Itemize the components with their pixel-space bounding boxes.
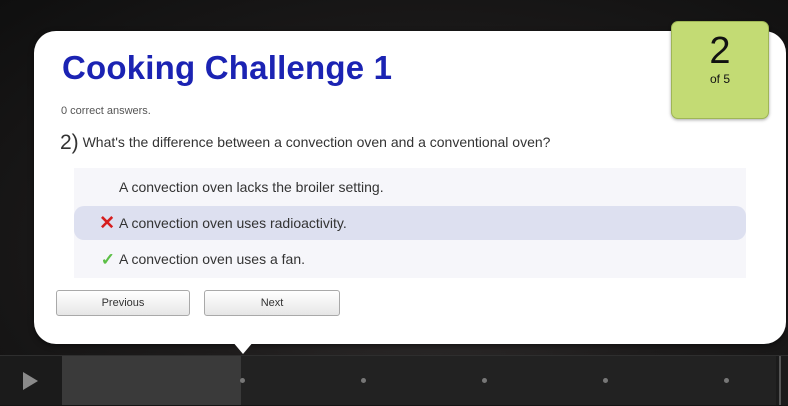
play-button[interactable]: [0, 356, 60, 406]
answer-list: A convection oven lacks the broiler sett…: [74, 168, 746, 278]
quiz-title: Cooking Challenge 1: [62, 49, 393, 86]
x-icon: ✕: [99, 212, 115, 234]
question: 2) What's the difference between a conve…: [60, 131, 550, 155]
answer-option[interactable]: A convection oven lacks the broiler sett…: [74, 170, 746, 204]
timeline-question-marker[interactable]: [361, 378, 366, 383]
play-icon: [22, 372, 38, 390]
next-button[interactable]: Next: [204, 290, 340, 316]
answer-label: A convection oven lacks the broiler sett…: [119, 179, 384, 195]
counter-total: of 5: [709, 72, 730, 86]
answer-label: A convection oven uses a fan.: [119, 251, 306, 267]
previous-button[interactable]: Previous: [56, 290, 190, 316]
answer-option-selected[interactable]: ✕ A convection oven uses radioactivity.: [74, 206, 746, 240]
question-text: What's the difference between a convecti…: [82, 134, 551, 150]
timeline-end: [779, 356, 781, 405]
answer-option[interactable]: ✓ A convection oven uses a fan.: [74, 242, 746, 276]
timeline-question-marker[interactable]: [603, 378, 608, 383]
player-bar: [0, 355, 788, 405]
counter-current: 2: [709, 30, 731, 72]
answer-label: A convection oven uses radioactivity.: [119, 215, 347, 231]
question-counter-badge: 2 of 5: [671, 21, 769, 119]
timeline-progress: [62, 356, 241, 405]
timeline-track[interactable]: [62, 356, 776, 405]
score-text: 0 correct answers.: [61, 105, 151, 117]
quiz-card: Cooking Challenge 1 0 correct answers. 2…: [34, 21, 786, 344]
timeline-question-marker[interactable]: [724, 378, 729, 383]
timeline-question-marker[interactable]: [482, 378, 487, 383]
card-pointer: [232, 341, 254, 354]
timeline-question-marker[interactable]: [240, 378, 245, 383]
checkmark-icon: ✓: [100, 249, 115, 269]
question-number: 2): [60, 131, 79, 154]
